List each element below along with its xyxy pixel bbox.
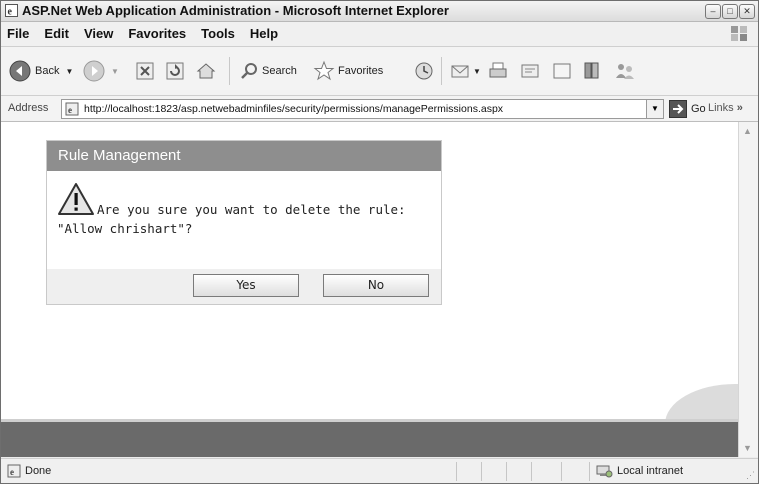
research-icon — [584, 62, 599, 79]
status-divider — [589, 462, 590, 481]
warning-icon — [58, 183, 94, 215]
forward-button[interactable]: ▼ — [83, 57, 119, 85]
dialog-body: Are you sure you want to delete the rule… — [47, 172, 441, 269]
stop-icon — [136, 62, 154, 80]
title-bar[interactable]: e ASP.Net Web Application Administration… — [1, 1, 758, 22]
zone-label: Local intranet — [617, 465, 684, 477]
svg-text:e: e — [68, 105, 72, 115]
address-bar: Address e http://localhost:1823/asp.netw… — [1, 96, 758, 122]
edit-button[interactable] — [519, 57, 541, 85]
resize-grip-icon[interactable]: ⋰ — [746, 470, 755, 481]
menu-tools[interactable]: Tools — [201, 26, 235, 41]
no-button[interactable]: No — [323, 274, 429, 297]
toolbar: Back ▼ ▼ Search Favorites ▼ — [1, 47, 758, 96]
windows-logo-icon — [731, 26, 747, 41]
status-text: Done — [25, 465, 52, 477]
address-dropdown-icon[interactable]: ▼ — [646, 99, 664, 119]
status-bar: e Done Local intranet ⋰ — [1, 458, 758, 483]
menu-help[interactable]: Help — [250, 26, 278, 41]
mail-dropdown-icon[interactable]: ▼ — [473, 67, 481, 76]
favorites-label: Favorites — [338, 65, 384, 77]
menu-file[interactable]: File — [7, 26, 29, 41]
dialog-footer: Yes No — [47, 269, 441, 304]
footer-band — [1, 419, 738, 457]
close-button[interactable]: ✕ — [739, 4, 755, 19]
ie-icon: e — [5, 4, 18, 17]
scroll-up-icon[interactable]: ▲ — [743, 126, 752, 136]
window-title: ASP.Net Web Application Administration -… — [22, 3, 449, 18]
yes-button[interactable]: Yes — [193, 274, 299, 297]
address-input[interactable]: e http://localhost:1823/asp.netwebadminf… — [61, 99, 648, 119]
search-label: Search — [262, 65, 297, 77]
discuss-icon — [553, 63, 571, 79]
menu-favorites[interactable]: Favorites — [128, 26, 186, 41]
links-label: Links — [708, 102, 734, 114]
status-divider — [561, 462, 562, 481]
refresh-icon — [166, 62, 184, 80]
page-done-icon: e — [7, 464, 21, 478]
refresh-button[interactable] — [165, 57, 185, 85]
maximize-button[interactable]: □ — [722, 4, 738, 19]
svg-text:e: e — [10, 467, 14, 477]
svg-text:e: e — [8, 7, 13, 18]
history-icon — [415, 62, 433, 80]
history-button[interactable] — [413, 57, 435, 85]
search-button[interactable]: Search — [239, 57, 297, 85]
page-icon: e — [65, 102, 79, 116]
scroll-down-icon[interactable]: ▼ — [743, 443, 752, 453]
menu-edit[interactable]: Edit — [44, 26, 69, 41]
address-label: Address — [8, 102, 49, 114]
back-label: Back — [35, 65, 60, 77]
mail-icon — [451, 65, 469, 78]
forward-arrow-icon — [83, 60, 105, 82]
mail-button[interactable]: ▼ — [449, 57, 481, 85]
menu-bar: File Edit View Favorites Tools Help — [1, 22, 758, 47]
discuss-button[interactable] — [551, 57, 573, 85]
favorites-star-icon — [313, 60, 335, 81]
status-divider — [481, 462, 482, 481]
go-label: Go — [691, 103, 706, 115]
status-divider — [456, 462, 457, 481]
back-dropdown-icon[interactable]: ▼ — [65, 67, 73, 76]
confirm-message-line2: "Allow chrishart"? — [57, 221, 193, 236]
toolbar-separator — [441, 57, 442, 85]
links-button[interactable]: Links » — [708, 102, 743, 114]
go-arrow-icon — [669, 100, 687, 118]
status-done: e Done — [7, 464, 51, 478]
back-button[interactable]: Back ▼ — [9, 57, 73, 85]
window-controls: – □ ✕ — [705, 4, 755, 19]
home-button[interactable] — [195, 57, 217, 85]
security-zone[interactable]: Local intranet — [595, 464, 683, 478]
chevron-right-icon: » — [736, 102, 743, 114]
home-icon — [196, 63, 216, 79]
stop-button[interactable] — [135, 57, 155, 85]
address-url: http://localhost:1823/asp.netwebadminfil… — [84, 103, 504, 115]
search-icon — [241, 63, 257, 79]
messenger-icon — [616, 64, 634, 79]
research-button[interactable] — [581, 57, 603, 85]
print-icon — [489, 62, 507, 78]
vertical-scrollbar[interactable]: ▲ ▼ — [738, 122, 758, 457]
messenger-button[interactable] — [613, 57, 637, 85]
rule-management-dialog: Rule Management Are you sure you want to… — [46, 140, 442, 305]
forward-dropdown-icon[interactable]: ▼ — [111, 67, 119, 76]
status-divider — [531, 462, 532, 481]
go-button[interactable]: Go — [669, 99, 706, 119]
print-button[interactable] — [487, 57, 509, 85]
confirm-message-line1: Are you sure you want to delete the rule… — [97, 202, 406, 217]
page-content: Rule Management Are you sure you want to… — [1, 122, 738, 457]
browser-window: e ASP.Net Web Application Administration… — [0, 0, 759, 484]
dialog-title: Rule Management — [47, 141, 441, 171]
back-arrow-icon — [9, 60, 31, 82]
menu-view[interactable]: View — [84, 26, 113, 41]
edit-page-icon — [521, 64, 539, 78]
minimize-button[interactable]: – — [705, 4, 721, 19]
toolbar-separator — [229, 57, 230, 85]
status-divider — [506, 462, 507, 481]
favorites-button[interactable]: Favorites — [313, 57, 383, 85]
intranet-icon — [596, 465, 613, 478]
